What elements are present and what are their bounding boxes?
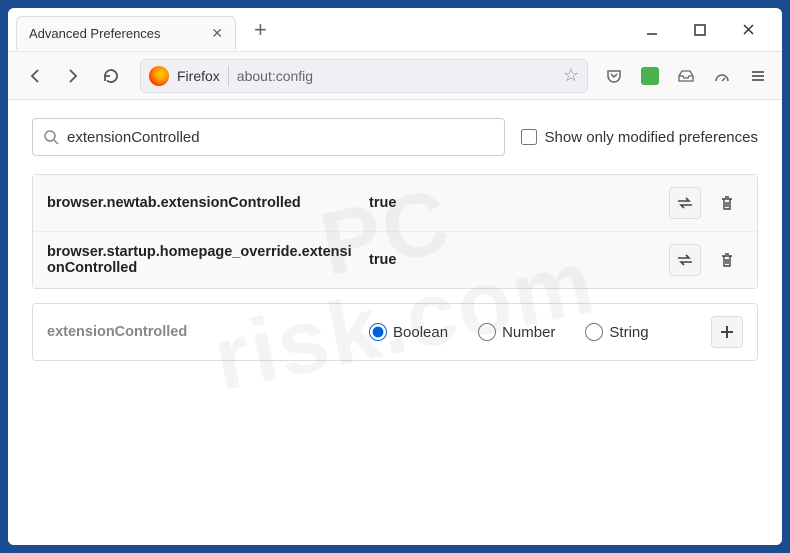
- show-modified-label: Show only modified preferences: [545, 129, 758, 146]
- pref-value: true: [369, 195, 657, 211]
- window-controls: [638, 16, 774, 44]
- firefox-logo-icon: [149, 66, 169, 86]
- extension-icon[interactable]: [636, 62, 664, 90]
- inbox-icon[interactable]: [672, 62, 700, 90]
- dashboard-icon[interactable]: [708, 62, 736, 90]
- toggle-button[interactable]: [669, 244, 701, 276]
- delete-button[interactable]: [711, 244, 743, 276]
- pref-name: browser.newtab.extensionControlled: [47, 195, 357, 211]
- minimize-button[interactable]: [638, 16, 666, 44]
- pref-name: browser.startup.homepage_override.extens…: [47, 244, 357, 276]
- close-button[interactable]: [734, 16, 762, 44]
- address-bar[interactable]: Firefox about:config ☆: [140, 59, 588, 93]
- add-button[interactable]: [711, 316, 743, 348]
- separator: [228, 66, 229, 86]
- show-modified-checkbox[interactable]: Show only modified preferences: [521, 129, 758, 146]
- type-radio-group: Boolean Number String: [369, 323, 699, 341]
- radio-number[interactable]: Number: [478, 323, 555, 341]
- pref-value: true: [369, 252, 657, 268]
- search-box[interactable]: [32, 118, 505, 156]
- menu-button[interactable]: [744, 62, 772, 90]
- reload-button[interactable]: [94, 59, 128, 93]
- toggle-button[interactable]: [669, 187, 701, 219]
- preference-row: browser.startup.homepage_override.extens…: [33, 232, 757, 288]
- browser-tab[interactable]: Advanced Preferences ✕: [16, 16, 236, 50]
- maximize-button[interactable]: [686, 16, 714, 44]
- bookmark-star-icon[interactable]: ☆: [563, 65, 579, 86]
- forward-button[interactable]: [56, 59, 90, 93]
- preference-list: browser.newtab.extensionControlled true …: [32, 174, 758, 289]
- tab-title: Advanced Preferences: [29, 26, 161, 41]
- search-icon: [43, 129, 59, 145]
- address-label: Firefox: [177, 68, 220, 84]
- address-url: about:config: [237, 68, 555, 84]
- radio-boolean[interactable]: Boolean: [369, 323, 448, 341]
- close-icon[interactable]: ✕: [211, 25, 223, 42]
- radio-string[interactable]: String: [585, 323, 648, 341]
- content-area: Show only modified preferences browser.n…: [8, 100, 782, 545]
- new-tab-button[interactable]: +: [248, 15, 273, 45]
- back-button[interactable]: [18, 59, 52, 93]
- search-input[interactable]: [67, 129, 494, 146]
- titlebar: Advanced Preferences ✕ +: [8, 8, 782, 52]
- add-preference-box: extensionControlled Boolean Number Strin…: [32, 303, 758, 361]
- delete-button[interactable]: [711, 187, 743, 219]
- show-modified-input[interactable]: [521, 129, 537, 145]
- new-pref-name: extensionControlled: [47, 324, 357, 340]
- toolbar: Firefox about:config ☆: [8, 52, 782, 100]
- preference-row: browser.newtab.extensionControlled true: [33, 175, 757, 232]
- pocket-icon[interactable]: [600, 62, 628, 90]
